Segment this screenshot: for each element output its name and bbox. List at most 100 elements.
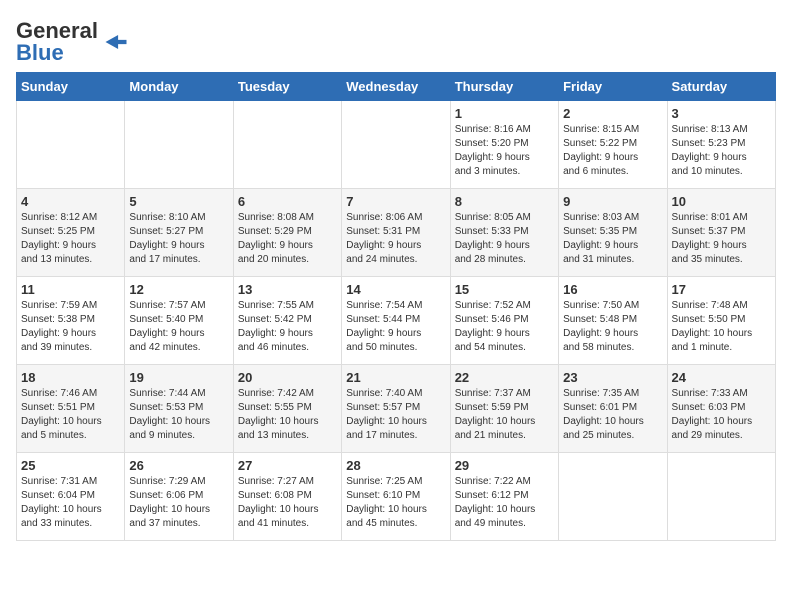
calendar-cell <box>17 101 125 189</box>
day-number: 11 <box>21 282 120 297</box>
day-info: Sunrise: 8:05 AM Sunset: 5:33 PM Dayligh… <box>455 211 554 267</box>
day-info: Sunrise: 8:13 AM Sunset: 5:23 PM Dayligh… <box>672 123 771 179</box>
day-number: 10 <box>672 194 771 209</box>
logo: GeneralBlue <box>16 20 130 64</box>
day-number: 23 <box>563 370 662 385</box>
day-info: Sunrise: 7:48 AM Sunset: 5:50 PM Dayligh… <box>672 299 771 355</box>
day-info: Sunrise: 7:55 AM Sunset: 5:42 PM Dayligh… <box>238 299 337 355</box>
calendar-cell: 16Sunrise: 7:50 AM Sunset: 5:48 PM Dayli… <box>559 277 667 365</box>
col-header-saturday: Saturday <box>667 73 775 101</box>
day-info: Sunrise: 8:16 AM Sunset: 5:20 PM Dayligh… <box>455 123 554 179</box>
calendar-cell: 23 Sunrise: 7:35 AM Sunset: 6:01 PM Dayli… <box>559 365 667 453</box>
day-info: Sunrise: 8:08 AM Sunset: 5:29 PM Dayligh… <box>238 211 337 267</box>
day-number: 8 <box>455 194 554 209</box>
day-info: Sunrise: 7:40 AM Sunset: 5:57 PM Dayligh… <box>346 387 445 443</box>
calendar-week-row: 11Sunrise: 7:59 AM Sunset: 5:38 PM Dayli… <box>17 277 776 365</box>
day-info: Sunrise: 8:06 AM Sunset: 5:31 PM Dayligh… <box>346 211 445 267</box>
calendar-cell: 6 Sunrise: 8:08 AM Sunset: 5:29 PM Daylig… <box>233 189 341 277</box>
calendar-cell: 24Sunrise: 7:33 AM Sunset: 6:03 PM Dayli… <box>667 365 775 453</box>
calendar-cell <box>342 101 450 189</box>
col-header-wednesday: Wednesday <box>342 73 450 101</box>
day-number: 5 <box>129 194 228 209</box>
calendar-cell: 28 Sunrise: 7:25 AM Sunset: 6:10 PM Dayli… <box>342 453 450 541</box>
calendar-cell: 25Sunrise: 7:31 AM Sunset: 6:04 PM Dayli… <box>17 453 125 541</box>
day-number: 6 <box>238 194 337 209</box>
calendar-cell: 26 Sunrise: 7:29 AM Sunset: 6:06 PM Dayli… <box>125 453 233 541</box>
day-info: Sunrise: 8:15 AM Sunset: 5:22 PM Dayligh… <box>563 123 662 179</box>
calendar-week-row: 25Sunrise: 7:31 AM Sunset: 6:04 PM Dayli… <box>17 453 776 541</box>
calendar-cell <box>667 453 775 541</box>
day-number: 13 <box>238 282 337 297</box>
day-info: Sunrise: 7:46 AM Sunset: 5:51 PM Dayligh… <box>21 387 120 443</box>
calendar-week-row: 18 Sunrise: 7:46 AM Sunset: 5:51 PM Dayli… <box>17 365 776 453</box>
day-number: 26 <box>129 458 228 473</box>
calendar-cell: 9 Sunrise: 8:03 AM Sunset: 5:35 PM Daylig… <box>559 189 667 277</box>
calendar-week-row: 1 Sunrise: 8:16 AM Sunset: 5:20 PM Daylig… <box>17 101 776 189</box>
calendar-cell: 27Sunrise: 7:27 AM Sunset: 6:08 PM Dayli… <box>233 453 341 541</box>
calendar-cell: 3Sunrise: 8:13 AM Sunset: 5:23 PM Daylig… <box>667 101 775 189</box>
day-info: Sunrise: 7:35 AM Sunset: 6:01 PM Dayligh… <box>563 387 662 443</box>
logo-icon <box>102 35 130 49</box>
calendar-cell: 29 Sunrise: 7:22 AM Sunset: 6:12 PM Dayli… <box>450 453 558 541</box>
day-number: 22 <box>455 370 554 385</box>
calendar-cell: 14 Sunrise: 7:54 AM Sunset: 5:44 PM Dayli… <box>342 277 450 365</box>
day-info: Sunrise: 7:57 AM Sunset: 5:40 PM Dayligh… <box>129 299 228 355</box>
day-info: Sunrise: 7:50 AM Sunset: 5:48 PM Dayligh… <box>563 299 662 355</box>
day-info: Sunrise: 7:33 AM Sunset: 6:03 PM Dayligh… <box>672 387 771 443</box>
day-number: 28 <box>346 458 445 473</box>
calendar-cell <box>233 101 341 189</box>
day-info: Sunrise: 7:54 AM Sunset: 5:44 PM Dayligh… <box>346 299 445 355</box>
day-number: 19 <box>129 370 228 385</box>
calendar-cell <box>125 101 233 189</box>
calendar-cell: 20 Sunrise: 7:42 AM Sunset: 5:55 PM Dayli… <box>233 365 341 453</box>
day-info: Sunrise: 7:42 AM Sunset: 5:55 PM Dayligh… <box>238 387 337 443</box>
day-number: 2 <box>563 106 662 121</box>
calendar-cell <box>559 453 667 541</box>
day-info: Sunrise: 7:29 AM Sunset: 6:06 PM Dayligh… <box>129 475 228 531</box>
day-number: 27 <box>238 458 337 473</box>
calendar-cell: 5 Sunrise: 8:10 AM Sunset: 5:27 PM Daylig… <box>125 189 233 277</box>
day-info: Sunrise: 7:37 AM Sunset: 5:59 PM Dayligh… <box>455 387 554 443</box>
col-header-friday: Friday <box>559 73 667 101</box>
calendar-cell: 8 Sunrise: 8:05 AM Sunset: 5:33 PM Daylig… <box>450 189 558 277</box>
day-info: Sunrise: 8:03 AM Sunset: 5:35 PM Dayligh… <box>563 211 662 267</box>
day-info: Sunrise: 7:31 AM Sunset: 6:04 PM Dayligh… <box>21 475 120 531</box>
calendar-header-row: SundayMondayTuesdayWednesdayThursdayFrid… <box>17 73 776 101</box>
calendar-cell: 4 Sunrise: 8:12 AM Sunset: 5:25 PM Daylig… <box>17 189 125 277</box>
calendar-cell: 13 Sunrise: 7:55 AM Sunset: 5:42 PM Dayli… <box>233 277 341 365</box>
day-number: 14 <box>346 282 445 297</box>
day-number: 9 <box>563 194 662 209</box>
calendar-week-row: 4 Sunrise: 8:12 AM Sunset: 5:25 PM Daylig… <box>17 189 776 277</box>
day-info: Sunrise: 8:12 AM Sunset: 5:25 PM Dayligh… <box>21 211 120 267</box>
calendar-cell: 18 Sunrise: 7:46 AM Sunset: 5:51 PM Dayli… <box>17 365 125 453</box>
day-number: 17 <box>672 282 771 297</box>
logo-text: GeneralBlue <box>16 20 98 64</box>
day-number: 4 <box>21 194 120 209</box>
day-number: 1 <box>455 106 554 121</box>
calendar-cell: 12 Sunrise: 7:57 AM Sunset: 5:40 PM Dayli… <box>125 277 233 365</box>
day-info: Sunrise: 7:44 AM Sunset: 5:53 PM Dayligh… <box>129 387 228 443</box>
calendar-cell: 11Sunrise: 7:59 AM Sunset: 5:38 PM Dayli… <box>17 277 125 365</box>
day-number: 18 <box>21 370 120 385</box>
day-number: 12 <box>129 282 228 297</box>
day-number: 20 <box>238 370 337 385</box>
day-info: Sunrise: 7:22 AM Sunset: 6:12 PM Dayligh… <box>455 475 554 531</box>
day-info: Sunrise: 8:01 AM Sunset: 5:37 PM Dayligh… <box>672 211 771 267</box>
calendar-cell: 21Sunrise: 7:40 AM Sunset: 5:57 PM Dayli… <box>342 365 450 453</box>
col-header-thursday: Thursday <box>450 73 558 101</box>
day-info: Sunrise: 7:25 AM Sunset: 6:10 PM Dayligh… <box>346 475 445 531</box>
calendar-table: SundayMondayTuesdayWednesdayThursdayFrid… <box>16 72 776 541</box>
header: GeneralBlue <box>16 16 776 64</box>
calendar-cell: 17 Sunrise: 7:48 AM Sunset: 5:50 PM Dayli… <box>667 277 775 365</box>
calendar-cell: 1 Sunrise: 8:16 AM Sunset: 5:20 PM Daylig… <box>450 101 558 189</box>
day-number: 7 <box>346 194 445 209</box>
calendar-cell: 2 Sunrise: 8:15 AM Sunset: 5:22 PM Daylig… <box>559 101 667 189</box>
col-header-monday: Monday <box>125 73 233 101</box>
day-number: 29 <box>455 458 554 473</box>
day-number: 15 <box>455 282 554 297</box>
calendar-cell: 10 Sunrise: 8:01 AM Sunset: 5:37 PM Dayli… <box>667 189 775 277</box>
calendar-cell: 22 Sunrise: 7:37 AM Sunset: 5:59 PM Dayli… <box>450 365 558 453</box>
day-info: Sunrise: 8:10 AM Sunset: 5:27 PM Dayligh… <box>129 211 228 267</box>
calendar-cell: 19 Sunrise: 7:44 AM Sunset: 5:53 PM Dayli… <box>125 365 233 453</box>
calendar-cell: 15Sunrise: 7:52 AM Sunset: 5:46 PM Dayli… <box>450 277 558 365</box>
